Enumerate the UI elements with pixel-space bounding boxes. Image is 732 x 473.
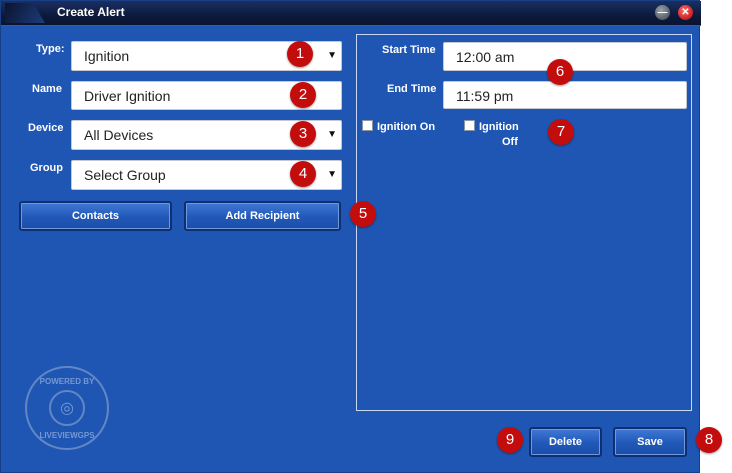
end-time-value: 11:59 pm (456, 88, 514, 104)
close-icon[interactable]: ✕ (678, 5, 693, 20)
delete-button[interactable]: Delete (529, 427, 602, 457)
callout-badge-6: 6 (547, 59, 573, 85)
callout-badge-9: 9 (497, 427, 523, 453)
type-select-value: Ignition (84, 48, 130, 64)
title-bar[interactable]: Create Alert — ✕ (1, 1, 701, 26)
contacts-button[interactable]: Contacts (19, 201, 172, 231)
start-time-value: 12:00 am (456, 49, 515, 65)
device-label: Device (28, 122, 64, 134)
create-alert-window: Create Alert — ✕ Type: Ignition ▼ Name D… (0, 0, 701, 473)
ignition-on-label: Ignition On (377, 121, 436, 133)
callout-badge-8: 8 (696, 427, 722, 453)
chevron-down-icon: ▼ (327, 169, 337, 180)
callout-badge-3: 3 (290, 121, 316, 147)
group-label: Group (30, 162, 63, 174)
type-label: Type: (36, 43, 65, 55)
start-time-label: Start Time (382, 44, 436, 56)
window-title: Create Alert (57, 5, 125, 19)
end-time-label: End Time (387, 83, 437, 95)
callout-badge-7: 7 (548, 119, 574, 145)
device-select-value: All Devices (84, 127, 154, 143)
callout-badge-4: 4 (290, 161, 316, 187)
logo-top-text: POWERED BY (39, 377, 95, 386)
ignition-on-checkbox[interactable] (362, 120, 373, 131)
name-label: Name (32, 83, 62, 95)
chevron-down-icon: ▼ (327, 129, 337, 140)
name-input-value: Driver Ignition (84, 88, 171, 104)
callout-badge-2: 2 (290, 82, 316, 108)
ignition-off-label-line1: Ignition (479, 121, 519, 133)
globe-icon: ◎ (49, 390, 85, 426)
group-select-value: Select Group (84, 167, 166, 183)
callout-badge-5: 5 (350, 201, 376, 227)
add-recipient-button[interactable]: Add Recipient (184, 201, 341, 231)
end-time-input[interactable]: 11:59 pm (443, 81, 687, 109)
chevron-down-icon: ▼ (327, 50, 337, 61)
logo-bottom-text: LIVEVIEWGPS (39, 431, 95, 440)
ignition-off-checkbox[interactable] (464, 120, 475, 131)
ignition-off-label-line2: Off (502, 136, 518, 148)
minimize-icon[interactable]: — (655, 5, 670, 20)
title-accent (5, 3, 45, 23)
callout-badge-1: 1 (287, 41, 313, 67)
liveviewgps-logo: POWERED BY ◎ LIVEVIEWGPS (25, 366, 109, 450)
save-button[interactable]: Save (613, 427, 687, 457)
